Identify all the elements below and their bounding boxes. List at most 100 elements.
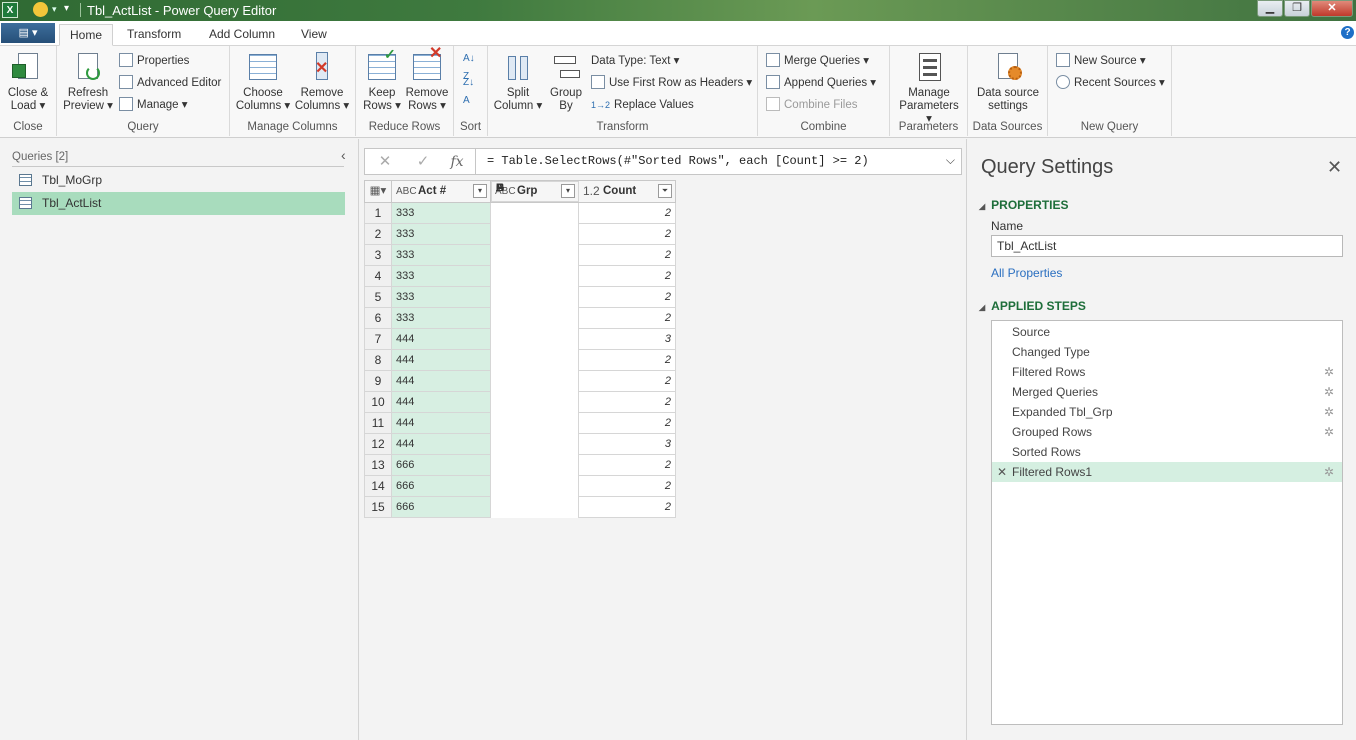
group-by-button[interactable]: Group By [546,52,586,113]
customize-toolbar-icon[interactable]: ▾ [64,3,69,14]
cell-count[interactable]: 2 [578,286,676,308]
close-window-button[interactable]: ✕ [1311,0,1353,17]
replace-values-button[interactable]: 1→2 Replace Values [591,96,694,114]
dropdown-arrow-icon[interactable]: ▾ [52,4,57,15]
cell-act[interactable]: 333 [391,286,491,308]
table-row[interactable]: 11 444 A 2 [364,180,676,434]
remove-columns-button[interactable]: ✕ Remove Columns ▾ [293,52,351,113]
restore-button[interactable]: ❐ [1284,0,1310,17]
gear-icon[interactable]: ✲ [1324,422,1334,442]
cell-count[interactable]: 2 [578,475,676,497]
gear-icon[interactable]: ✲ [1324,462,1334,482]
gear-icon[interactable]: ✲ [1324,402,1334,422]
cell-act[interactable]: 444 [391,328,491,350]
applied-step[interactable]: Sorted Rows [992,442,1342,462]
row-number[interactable]: 15 [364,496,392,518]
tab-transform[interactable]: Transform [117,24,191,46]
cell-count[interactable]: 2 [578,412,676,434]
query-name-field[interactable] [991,235,1343,257]
table-row[interactable]: 5 333 G 2 [364,180,676,308]
filter-applied-icon[interactable]: ⏷ [658,184,672,198]
cell-act[interactable]: 333 [391,265,491,287]
cell-count[interactable]: 2 [578,307,676,329]
cell-act[interactable]: 333 [391,244,491,266]
cell-act[interactable]: 444 [391,433,491,455]
cell-count[interactable]: 2 [578,223,676,245]
collapse-pane-icon[interactable]: ‹ [341,147,346,163]
properties-section-header[interactable]: ◢ PROPERTIES [979,198,1069,212]
row-number[interactable]: 10 [364,391,392,413]
cell-count[interactable]: 3 [578,328,676,350]
keep-rows-button[interactable]: ✓ Keep Rows ▾ [362,47,402,113]
cancel-formula-icon[interactable]: ✕ [371,152,399,172]
help-icon[interactable]: ? [1341,26,1354,39]
table-row[interactable]: 7 444 G 3 [364,180,676,350]
sort-ascending-icon[interactable]: A↓ Z [463,50,475,82]
cell-count[interactable]: 2 [578,202,676,224]
table-row[interactable]: 10 444 C 2 [364,180,676,413]
cell-count[interactable]: 2 [578,391,676,413]
row-number[interactable]: 12 [364,433,392,455]
split-column-button[interactable]: Split Column ▾ [492,52,544,113]
advanced-editor-button[interactable]: Advanced Editor [119,74,221,92]
use-first-row-headers-button[interactable]: Use First Row as Headers ▾ [591,74,752,92]
table-row[interactable]: 12 444 F 3 [364,180,676,455]
chevron-down-icon[interactable]: ⌵ [946,153,955,168]
decimal-type-icon[interactable]: 1.2 [583,181,600,202]
choose-columns-button[interactable]: Choose Columns ▾ [235,52,291,113]
cell-act[interactable]: 333 [391,307,491,329]
file-tab[interactable]: ▤ ▾ [1,23,55,43]
cell-act[interactable]: 444 [391,370,491,392]
table-row[interactable]: 3 333 A 2 [364,180,676,266]
text-type-icon[interactable]: ABC [396,181,417,202]
applied-steps-section-header[interactable]: ◢ APPLIED STEPS [979,299,1086,313]
excel-icon[interactable]: X [2,2,18,18]
row-number[interactable]: 13 [364,454,392,476]
row-number[interactable]: 14 [364,475,392,497]
gear-icon[interactable]: ✲ [1324,382,1334,402]
cell-act[interactable]: 666 [391,475,491,497]
cell-act[interactable]: 444 [391,349,491,371]
row-number[interactable]: 8 [364,349,392,371]
table-row[interactable]: 4 333 F 2 [364,180,676,287]
applied-step[interactable]: Grouped Rows ✲ [992,422,1342,442]
commit-formula-icon[interactable]: ✓ [409,152,437,172]
fx-icon[interactable]: fx [443,152,471,172]
row-number[interactable]: 7 [364,328,392,350]
query-item-tbl-actlist[interactable]: Tbl_ActList [12,192,345,215]
new-source-button[interactable]: New Source ▾ [1056,52,1146,70]
minimize-button[interactable]: ▁ [1257,0,1283,17]
cell-act[interactable]: 333 [391,223,491,245]
sort-descending-icon[interactable]: Z↓ A [463,74,474,106]
merge-queries-button[interactable]: Merge Queries ▾ [766,52,869,70]
cell-act[interactable]: 444 [391,391,491,413]
manage-parameters-button[interactable]: Manage Parameters ▾ [895,52,963,126]
tab-view[interactable]: View [291,24,337,46]
delete-step-icon[interactable]: ✕ [997,462,1007,482]
table-row[interactable]: 9 444 D 2 [364,180,676,392]
close-icon[interactable]: ✕ [1327,157,1342,178]
combine-files-button[interactable]: Combine Files [766,96,858,114]
column-header-act[interactable]: ABC Act # ▾ [391,180,491,203]
cell-act[interactable]: 666 [391,496,491,518]
cell-act[interactable]: 666 [391,454,491,476]
all-properties-link[interactable]: All Properties [991,266,1062,280]
smiley-icon[interactable] [33,2,48,17]
append-queries-button[interactable]: Append Queries ▾ [766,74,876,92]
row-number[interactable]: 9 [364,370,392,392]
applied-step[interactable]: Filtered Rows ✲ [992,362,1342,382]
table-row[interactable]: 15 666 F 2 [364,180,676,518]
filter-dropdown-icon[interactable]: ▾ [473,184,487,198]
cell-count[interactable]: 2 [578,265,676,287]
cell-count[interactable]: 3 [578,433,676,455]
refresh-preview-button[interactable]: Refresh Preview ▾ [62,52,114,113]
cell-count[interactable]: 2 [578,454,676,476]
close-load-button[interactable]: Close & Load ▾ [6,52,50,113]
table-row[interactable]: 13 666 B 2 [364,180,676,476]
table-menu-icon[interactable]: ▦▾ [364,180,392,203]
data-type-dropdown[interactable]: Data Type: Text ▾ [591,52,679,70]
data-source-settings-button[interactable]: Data source settings [973,52,1043,113]
row-number[interactable]: 3 [364,244,392,266]
cell-count[interactable]: 2 [578,496,676,518]
table-row[interactable]: 2 333 D 2 [364,180,676,245]
